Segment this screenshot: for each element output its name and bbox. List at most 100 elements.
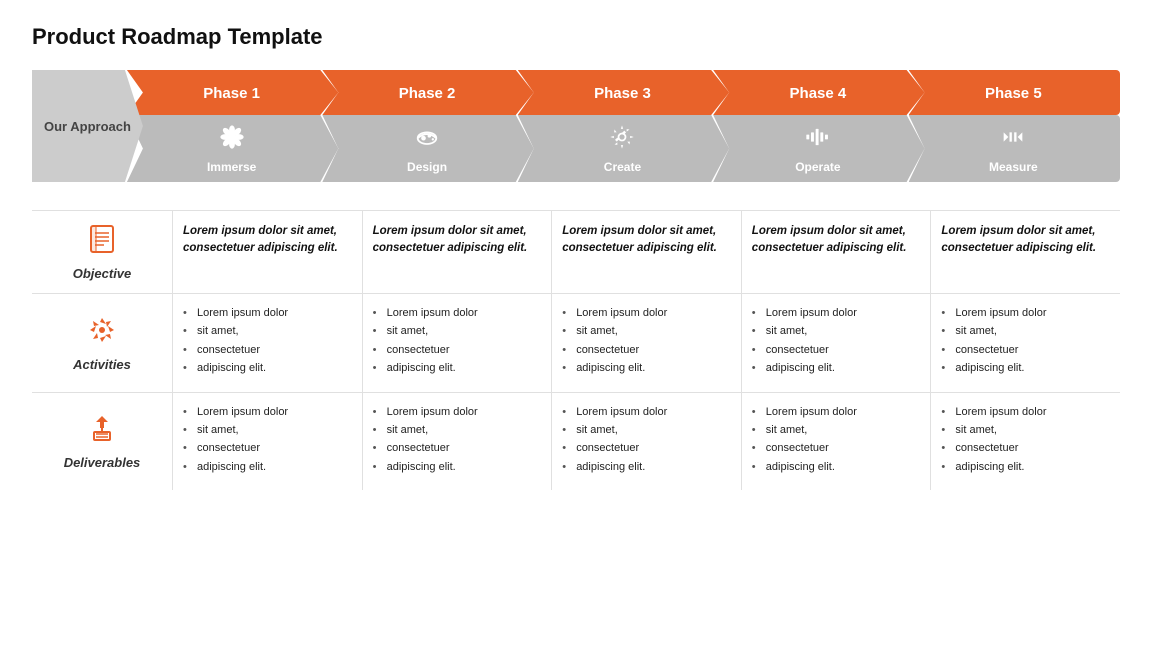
list-item: Lorem ipsum dolor bbox=[941, 306, 1110, 321]
deliverables-cell-3: Lorem ipsum dolor sit amet, consectetuer… bbox=[551, 392, 741, 491]
phase-4-label: Phase 4 bbox=[713, 70, 924, 115]
phase-1-sublabel: Immerse bbox=[207, 160, 256, 174]
list-item: consectetuer bbox=[183, 343, 352, 358]
list-item: consectetuer bbox=[941, 441, 1110, 456]
phase-3-arrow: Phase 3 bbox=[518, 70, 729, 182]
phase-1-icon bbox=[218, 123, 246, 156]
objective-cell-5: Lorem ipsum dolor sit amet, consectetuer… bbox=[930, 210, 1120, 293]
list-item: Lorem ipsum dolor bbox=[752, 306, 921, 321]
objective-cell-4: Lorem ipsum dolor sit amet, consectetuer… bbox=[741, 210, 931, 293]
deliverables-icon bbox=[86, 412, 118, 451]
list-item: sit amet, bbox=[752, 423, 921, 438]
objective-text-4: Lorem ipsum dolor sit amet, consectetuer… bbox=[752, 223, 921, 258]
list-item: consectetuer bbox=[373, 441, 542, 456]
list-item: consectetuer bbox=[373, 343, 542, 358]
phase-5-arrow: Phase 5 Measure bbox=[909, 70, 1120, 182]
phase-4-icon bbox=[804, 123, 832, 156]
list-item: Lorem ipsum dolor bbox=[752, 405, 921, 420]
list-item: sit amet, bbox=[941, 423, 1110, 438]
list-item: Lorem ipsum dolor bbox=[373, 405, 542, 420]
list-item: Lorem ipsum dolor bbox=[562, 306, 731, 321]
activities-cell-1: Lorem ipsum dolor sit amet, consectetuer… bbox=[172, 293, 362, 392]
list-item: adipiscing elit. bbox=[941, 361, 1110, 376]
objective-row-header: Objective bbox=[32, 210, 172, 293]
list-item: sit amet, bbox=[562, 423, 731, 438]
activities-list-5: Lorem ipsum dolor sit amet, consectetuer… bbox=[941, 306, 1110, 377]
deliverables-list-2: Lorem ipsum dolor sit amet, consectetuer… bbox=[373, 405, 542, 476]
list-item: sit amet, bbox=[752, 324, 921, 339]
phase-1-bottom: Immerse bbox=[127, 115, 338, 182]
list-item: adipiscing elit. bbox=[183, 460, 352, 475]
list-item: Lorem ipsum dolor bbox=[941, 405, 1110, 420]
objective-text-5: Lorem ipsum dolor sit amet, consectetuer… bbox=[941, 223, 1110, 258]
list-item: sit amet, bbox=[183, 423, 352, 438]
objective-text-1: Lorem ipsum dolor sit amet, consectetuer… bbox=[183, 223, 352, 258]
phase-5-bottom: Measure bbox=[909, 115, 1120, 182]
deliverables-cell-5: Lorem ipsum dolor sit amet, consectetuer… bbox=[930, 392, 1120, 491]
list-item: Lorem ipsum dolor bbox=[373, 306, 542, 321]
phase-3-sublabel: Create bbox=[604, 160, 641, 174]
phase-3-icon bbox=[608, 123, 636, 156]
list-item: consectetuer bbox=[562, 441, 731, 456]
objective-text-3: Lorem ipsum dolor sit amet, consectetuer… bbox=[562, 223, 731, 258]
activities-icon bbox=[86, 314, 118, 353]
list-item: consectetuer bbox=[941, 343, 1110, 358]
activities-list-3: Lorem ipsum dolor sit amet, consectetuer… bbox=[562, 306, 731, 377]
activities-cell-4: Lorem ipsum dolor sit amet, consectetuer… bbox=[741, 293, 931, 392]
list-item: sit amet, bbox=[373, 324, 542, 339]
phase-3-bottom: Create bbox=[518, 115, 729, 182]
phase-2-bottom: Design bbox=[322, 115, 533, 182]
phase-2-sublabel: Design bbox=[407, 160, 447, 174]
list-item: adipiscing elit. bbox=[562, 460, 731, 475]
our-approach-label: Our Approach bbox=[44, 119, 131, 134]
activities-row-header: Activities bbox=[32, 293, 172, 392]
phase-5-sublabel: Measure bbox=[989, 160, 1038, 174]
activities-cell-3: Lorem ipsum dolor sit amet, consectetuer… bbox=[551, 293, 741, 392]
list-item: Lorem ipsum dolor bbox=[183, 405, 352, 420]
phase-5-label: Phase 5 bbox=[909, 70, 1120, 115]
list-item: sit amet, bbox=[941, 324, 1110, 339]
list-item: Lorem ipsum dolor bbox=[183, 306, 352, 321]
phase-2-icon bbox=[413, 123, 441, 156]
activities-list-4: Lorem ipsum dolor sit amet, consectetuer… bbox=[752, 306, 921, 377]
objective-text-2: Lorem ipsum dolor sit amet, consectetuer… bbox=[373, 223, 542, 258]
list-item: consectetuer bbox=[183, 441, 352, 456]
objective-cell-3: Lorem ipsum dolor sit amet, consectetuer… bbox=[551, 210, 741, 293]
activities-label: Activities bbox=[73, 357, 131, 372]
deliverables-list-5: Lorem ipsum dolor sit amet, consectetuer… bbox=[941, 405, 1110, 476]
deliverables-list-4: Lorem ipsum dolor sit amet, consectetuer… bbox=[752, 405, 921, 476]
list-item: sit amet, bbox=[373, 423, 542, 438]
list-item: adipiscing elit. bbox=[752, 460, 921, 475]
content-table: Objective Lorem ipsum dolor sit amet, co… bbox=[32, 210, 1120, 490]
list-item: sit amet, bbox=[562, 324, 731, 339]
deliverables-row-header: Deliverables bbox=[32, 392, 172, 491]
phase-4-sublabel: Operate bbox=[795, 160, 840, 174]
deliverables-cell-2: Lorem ipsum dolor sit amet, consectetuer… bbox=[362, 392, 552, 491]
phase-1-arrow: Phase 1 Im bbox=[127, 70, 338, 182]
list-item: adipiscing elit. bbox=[562, 361, 731, 376]
list-item: adipiscing elit. bbox=[183, 361, 352, 376]
deliverables-list-3: Lorem ipsum dolor sit amet, consectetuer… bbox=[562, 405, 731, 476]
list-item: sit amet, bbox=[183, 324, 352, 339]
list-item: adipiscing elit. bbox=[373, 460, 542, 475]
phase-5-icon bbox=[999, 123, 1027, 156]
objective-label: Objective bbox=[73, 266, 132, 281]
list-item: consectetuer bbox=[752, 343, 921, 358]
deliverables-cell-4: Lorem ipsum dolor sit amet, consectetuer… bbox=[741, 392, 931, 491]
list-item: adipiscing elit. bbox=[941, 460, 1110, 475]
phase-2-label: Phase 2 bbox=[322, 70, 533, 115]
phase-4-arrow: Phase 4 Operate bbox=[713, 70, 924, 182]
deliverables-list-1: Lorem ipsum dolor sit amet, consectetuer… bbox=[183, 405, 352, 476]
phase-4-bottom: Operate bbox=[713, 115, 924, 182]
activities-cell-2: Lorem ipsum dolor sit amet, consectetuer… bbox=[362, 293, 552, 392]
roadmap-arrows: Our Approach Phase 1 bbox=[32, 70, 1120, 182]
activities-cell-5: Lorem ipsum dolor sit amet, consectetuer… bbox=[930, 293, 1120, 392]
arrow-container: Our Approach Phase 1 bbox=[32, 70, 1120, 182]
phase-1-label: Phase 1 bbox=[127, 70, 338, 115]
our-approach-box: Our Approach bbox=[32, 70, 143, 182]
objective-cell-2: Lorem ipsum dolor sit amet, consectetuer… bbox=[362, 210, 552, 293]
list-item: adipiscing elit. bbox=[373, 361, 542, 376]
phase-2-arrow: Phase 2 Design bbox=[322, 70, 533, 182]
phase-3-label: Phase 3 bbox=[518, 70, 729, 115]
list-item: Lorem ipsum dolor bbox=[562, 405, 731, 420]
